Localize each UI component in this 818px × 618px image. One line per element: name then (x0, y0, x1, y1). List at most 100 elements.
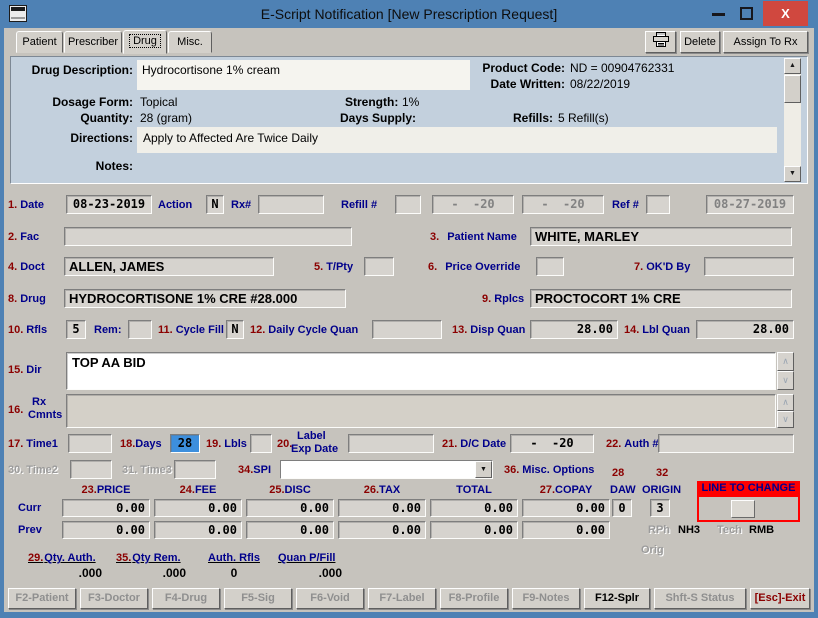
scrollbar-thumb[interactable] (784, 75, 801, 103)
action-field[interactable]: N (206, 195, 224, 214)
maximize-icon[interactable] (740, 7, 753, 20)
okd-by-field[interactable] (704, 257, 794, 276)
tab-misc[interactable]: Misc. (168, 31, 212, 53)
expire-date-field: 08-27-2019 (706, 195, 794, 214)
daw-field: 0 (612, 499, 632, 517)
quantity-label: Quantity: (10, 111, 133, 125)
qty-rem-value: .000 (140, 566, 186, 580)
f8-profile-button[interactable]: F8-Profile (440, 588, 508, 609)
rem-label: Rem: (94, 324, 122, 336)
spin-down-icon[interactable]: ∨ (777, 371, 794, 390)
esc-exit-button[interactable]: [Esc]-Exit (750, 588, 810, 609)
minimize-icon[interactable] (712, 13, 725, 16)
time2-field[interactable] (70, 460, 112, 479)
directions-label: Directions: (10, 131, 133, 145)
spin-down-icon[interactable]: ∨ (777, 411, 794, 428)
days-label: 18.Days (120, 438, 162, 450)
time2-label: 30.Time2 (8, 464, 58, 476)
rfls-field[interactable]: 5 (66, 320, 86, 339)
price-header: 23.PRICE (62, 484, 150, 496)
lbls-field[interactable] (250, 434, 272, 453)
rx-cmnts-label-1: Rx (32, 396, 46, 408)
label-exp-date-label-2: Exp Date (291, 443, 338, 455)
lbl-quan-field[interactable]: 28.00 (696, 320, 794, 339)
product-code-label: Product Code: (460, 61, 565, 75)
rem-field[interactable] (128, 320, 152, 339)
f6-void-button[interactable]: F6-Void (296, 588, 364, 609)
spin-up-icon[interactable]: ∧ (777, 352, 794, 371)
dc-date-field[interactable]: - -20 (510, 434, 594, 453)
drug-description-label: Drug Description: (10, 63, 133, 77)
orig-label: Orig (641, 544, 664, 556)
disp-quan-field[interactable]: 28.00 (530, 320, 618, 339)
time1-field[interactable] (68, 434, 112, 453)
fac-field[interactable] (64, 227, 352, 246)
date-field[interactable]: 08-23-2019 (66, 195, 152, 214)
doct-field[interactable]: ALLEN, JAMES (64, 257, 274, 276)
time1-label: 17.Time1 (8, 438, 58, 450)
f7-label-button[interactable]: F7-Label (368, 588, 436, 609)
lbls-label: 19.Lbls (206, 438, 247, 450)
price-override-label: 6.Price Override (428, 261, 520, 273)
refill-number-field[interactable] (395, 195, 421, 214)
misc-options-label: 36.Misc. Options (504, 464, 594, 476)
dropdown-arrow-icon[interactable]: ▼ (475, 461, 492, 478)
fee-header: 24.FEE (154, 484, 242, 496)
daily-cycle-quan-field[interactable] (372, 320, 442, 339)
price-override-field[interactable] (536, 257, 564, 276)
f2-patient-button[interactable]: F2-Patient (8, 588, 76, 609)
shft-s-status-button[interactable]: Shft-S Status (654, 588, 746, 609)
tab-drug[interactable]: Drug (123, 30, 167, 54)
rx-number-field[interactable] (258, 195, 324, 214)
directions-value: Apply to Affected Are Twice Daily (143, 131, 318, 145)
scroll-down-icon[interactable]: ▼ (784, 166, 801, 182)
tab-patient[interactable]: Patient (16, 31, 63, 53)
time3-label: 31.Time3 (122, 464, 172, 476)
origin-field: 3 (650, 499, 670, 517)
f12-splr-button[interactable]: F12-Splr (584, 588, 650, 609)
tech-value: RMB (749, 524, 774, 536)
dc-date-label: 21.D/C Date (442, 438, 506, 450)
f5-sig-button[interactable]: F5-Sig (224, 588, 292, 609)
okd-by-label: 7.OK'D By (634, 261, 690, 273)
time3-field[interactable] (174, 460, 216, 479)
days-field[interactable]: 28 (170, 434, 200, 453)
daw-label: DAW (610, 484, 636, 496)
refill-number-label: Refill # (341, 199, 377, 211)
scroll-up-icon[interactable]: ▲ (784, 58, 801, 74)
label-exp-date-label-1: Label (297, 430, 326, 442)
blank-date-field-1: - -20 (432, 195, 514, 214)
curr-price-field: 0.00 (62, 499, 150, 517)
assign-to-rx-button[interactable]: Assign To Rx (723, 31, 808, 53)
close-icon[interactable]: X (763, 1, 808, 26)
line-to-change-field[interactable] (731, 500, 755, 518)
qty-rem-header: 35.Qty Rem. (116, 552, 181, 564)
rx-number-label: Rx# (231, 199, 251, 211)
f4-drug-button[interactable]: F4-Drug (152, 588, 220, 609)
curr-copay-field: 0.00 (522, 499, 610, 517)
tab-prescriber[interactable]: Prescriber (64, 31, 122, 53)
line-to-change-label: LINE TO CHANGE (697, 481, 800, 495)
printer-icon (653, 32, 669, 47)
dir-textarea[interactable]: TOP AA BID (66, 352, 776, 390)
f3-doctor-button[interactable]: F3-Doctor (80, 588, 148, 609)
delete-button[interactable]: Delete (680, 31, 720, 53)
spin-up-icon[interactable]: ∧ (777, 394, 794, 411)
rplcs-field[interactable]: PROCTOCORT 1% CRE (530, 289, 792, 308)
auth-number-field[interactable] (658, 434, 794, 453)
tpty-field[interactable] (364, 257, 394, 276)
lbl-quan-label: 14.Lbl Quan (624, 324, 690, 336)
f9-notes-button[interactable]: F9-Notes (512, 588, 580, 609)
label-exp-date-field[interactable] (348, 434, 434, 453)
drug-field[interactable]: HYDROCORTISONE 1% CRE #28.000 (64, 289, 346, 308)
tax-header: 26.TAX (338, 484, 426, 496)
cycle-fill-field[interactable]: N (226, 320, 244, 339)
copay-header: 27.COPAY (522, 484, 610, 496)
print-button[interactable] (645, 31, 676, 53)
spi-dropdown[interactable]: ▼ (280, 460, 493, 479)
prev-fee-field: 0.00 (154, 521, 242, 539)
ref-number-field[interactable] (646, 195, 670, 214)
notes-label: Notes: (10, 159, 133, 173)
patient-name-field[interactable]: WHITE, MARLEY (530, 227, 792, 246)
daw-num: 28 (612, 467, 627, 479)
